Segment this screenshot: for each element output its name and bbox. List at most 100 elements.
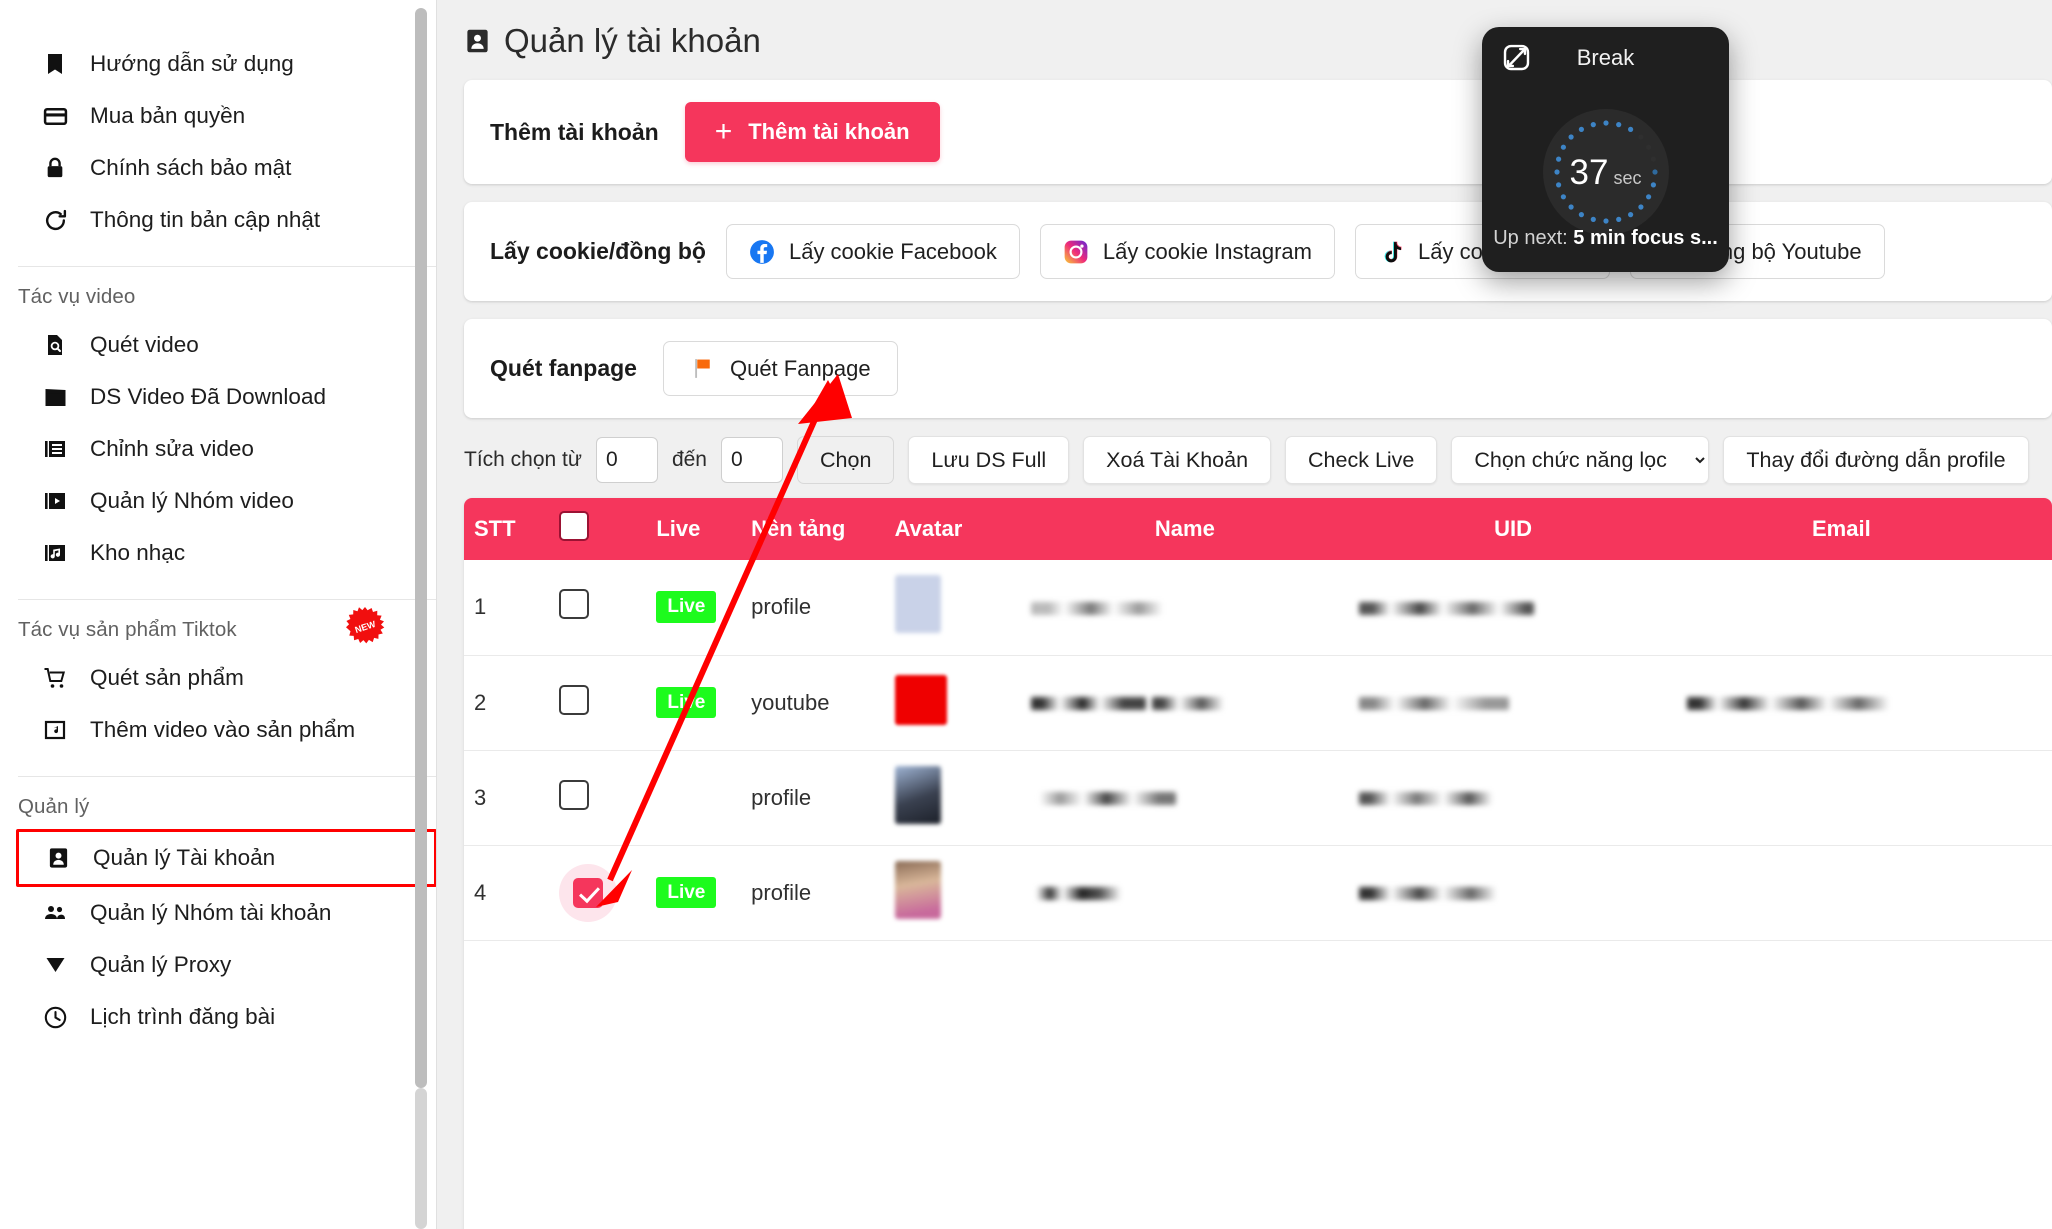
row-checkbox-highlight	[559, 863, 618, 922]
live-badge: Live	[656, 876, 717, 909]
sidebar-item-chinh-sach[interactable]: Chính sách bảo mật	[0, 142, 437, 194]
cell-checkbox[interactable]	[549, 750, 647, 846]
select-from-label: Tích chọn từ	[464, 448, 582, 471]
table-header-row: STT Live Nền tảng Avatar Name UID Email …	[464, 498, 2052, 560]
th-avatar[interactable]: Avatar	[884, 498, 1021, 560]
cell-avatar	[884, 560, 1021, 656]
add-account-button-label: Thêm tài khoản	[748, 119, 910, 144]
cell-checkbox[interactable]	[549, 560, 647, 656]
sidebar-item-kho-nhac[interactable]: Kho nhạc	[0, 527, 437, 579]
sidebar-item-quan-ly-proxy[interactable]: Quản lý Proxy	[0, 939, 437, 991]
sidebar-item-chinh-sua-video[interactable]: Chỉnh sửa video	[0, 423, 437, 475]
tiktok-icon	[1378, 238, 1405, 265]
sidebar-item-quet-san-pham[interactable]: Quét sản phẩm	[0, 652, 437, 704]
sidebar-scroll-content: Hướng dẫn sử dụng Mua bản quyền Chính sá…	[0, 0, 437, 1057]
sidebar-item-quan-ly-tai-khoan[interactable]: Quản lý Tài khoản	[16, 829, 437, 887]
add-account-card: Thêm tài khoản + Thêm tài khoản	[464, 80, 2052, 184]
sidebar-item-them-video-vao-san-pham[interactable]: Thêm video vào sản phẩm	[0, 704, 437, 756]
cell-platform: profile	[741, 750, 885, 846]
add-account-label: Thêm tài khoản	[490, 118, 659, 145]
save-full-list-button[interactable]: Lưu DS Full	[908, 436, 1070, 484]
scan-fanpage-button[interactable]: Quét Fanpage	[662, 341, 898, 396]
break-timer-widget[interactable]: Break 37 sec Up next: 5 min focus s...	[1482, 27, 1729, 272]
sidebar-item-mua-ban-quyen[interactable]: Mua bản quyền	[0, 90, 437, 142]
sidebar-item-label: Quản lý Nhóm video	[90, 488, 294, 513]
check-live-button[interactable]: Check Live	[1285, 436, 1438, 484]
plus-icon: +	[714, 115, 733, 148]
th-stt[interactable]: STT	[464, 498, 550, 560]
th-uid[interactable]: UID	[1349, 498, 1678, 560]
clock-icon	[42, 1004, 68, 1030]
get-cookie-instagram-button[interactable]: Lấy cookie Instagram	[1039, 224, 1335, 279]
sidebar-item-ds-video[interactable]: DS Video Đã Download	[0, 371, 437, 423]
cell-stt: 3	[464, 750, 550, 846]
account-icon	[45, 845, 71, 871]
cell-live	[646, 750, 742, 846]
sidebar-item-huong-dan[interactable]: Hướng dẫn sử dụng	[0, 38, 437, 90]
cell-uid	[1349, 560, 1678, 656]
get-cookie-facebook-button[interactable]: Lấy cookie Facebook	[725, 224, 1020, 279]
file-search-icon	[42, 332, 68, 358]
cell-sync: Đã đồng bộ	[2005, 655, 2052, 751]
row-checkbox[interactable]	[559, 779, 590, 810]
instagram-icon	[1063, 238, 1090, 265]
redacted-name	[1030, 792, 1176, 806]
delete-account-button[interactable]: Xoá Tài Khoản	[1083, 436, 1272, 484]
filter-function-select[interactable]: Chọn chức năng lọc	[1451, 436, 1710, 484]
cell-stt: 1	[464, 560, 550, 656]
sidebar-group-tiktok: Tác vụ sản phẩm Tiktok NEW Quét sản phẩm	[0, 600, 437, 770]
resize-icon[interactable]	[1502, 43, 1531, 72]
cookie-sync-card: Lấy cookie/đồng bộ Lấy cookie Facebook L…	[464, 202, 2052, 301]
scan-fanpage-card: Quét fanpage Quét Fanpage	[464, 319, 2052, 418]
select-from-input[interactable]	[595, 437, 658, 483]
table-row[interactable]: 4 Live profile	[464, 845, 2052, 941]
table-row[interactable]: 3 profile	[464, 750, 2052, 846]
new-badge-icon: NEW	[345, 606, 385, 646]
cell-email	[1677, 560, 2006, 656]
cell-checkbox[interactable]	[549, 655, 647, 751]
refresh-icon	[42, 207, 68, 233]
page-title: Quản lý tài khoản	[437, 0, 2052, 80]
sidebar-item-label: Thông tin bản cập nhật	[90, 207, 321, 232]
sidebar-item-label: Mua bản quyền	[90, 103, 246, 128]
sidebar-item-thong-tin-cap-nhat[interactable]: Thông tin bản cập nhật	[0, 194, 437, 246]
sidebar-item-label: Quản lý Nhóm tài khoản	[90, 900, 332, 925]
select-all-checkbox[interactable]	[559, 511, 590, 541]
sidebar-scrollbar-thumb-lower[interactable]	[415, 1088, 427, 1229]
live-badge: Live	[656, 591, 717, 624]
facebook-icon	[749, 238, 776, 265]
th-platform[interactable]: Nền tảng	[741, 498, 885, 560]
row-checkbox[interactable]	[559, 684, 590, 715]
table-row[interactable]: 1 Live profile	[464, 560, 2052, 656]
th-live[interactable]: Live	[646, 498, 742, 560]
th-sync[interactable]: Đồng Bộ	[2005, 498, 2052, 560]
change-profile-path-button[interactable]: Thay đổi đường dẫn profile	[1723, 436, 2029, 484]
th-name[interactable]: Name	[1020, 498, 1349, 560]
sidebar-item-quan-ly-nhom-video[interactable]: Quản lý Nhóm video	[0, 475, 437, 527]
sidebar-item-quet-video[interactable]: Quét video	[0, 319, 437, 371]
up-next-prefix: Up next:	[1493, 227, 1568, 249]
break-seconds-value: 37	[1569, 152, 1609, 192]
cell-sync: Đã lấy Cookie	[2005, 560, 2052, 656]
sidebar-scrollbar-thumb[interactable]	[415, 8, 427, 1088]
sidebar-item-lich-trinh-dang-bai[interactable]: Lịch trình đăng bài	[0, 991, 437, 1043]
cell-sync: Đã lấy Cookie	[2005, 845, 2052, 941]
th-email[interactable]: Email	[1677, 498, 2006, 560]
avatar	[894, 575, 941, 634]
cookie-sync-label: Lấy cookie/đồng bộ	[490, 238, 706, 264]
music-library-icon	[42, 540, 68, 566]
choose-button[interactable]: Chọn	[797, 436, 895, 484]
add-account-button[interactable]: + Thêm tài khoản	[684, 102, 940, 162]
row-checkbox[interactable]	[559, 589, 590, 620]
cell-platform: profile	[741, 845, 885, 941]
row-checkbox[interactable]	[573, 877, 604, 908]
table-row[interactable]: 2 Live youtube	[464, 655, 2052, 751]
sidebar-item-label: Chỉnh sửa video	[90, 436, 254, 461]
th-select-all[interactable]	[549, 498, 647, 560]
sidebar-item-label: Hướng dẫn sử dụng	[90, 51, 294, 76]
sidebar-item-quan-ly-nhom-tai-khoan[interactable]: Quản lý Nhóm tài khoản	[0, 887, 437, 939]
select-to-input[interactable]	[721, 437, 783, 483]
cell-checkbox[interactable]	[549, 845, 647, 941]
sidebar-item-label: Kho nhạc	[90, 540, 186, 565]
sidebar-group-title-text: Tác vụ sản phẩm Tiktok	[18, 618, 237, 641]
